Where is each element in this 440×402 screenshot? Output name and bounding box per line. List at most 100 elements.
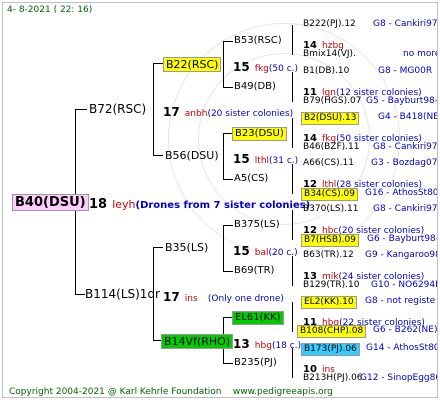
g4-queen[interactable]: B79(HGS).07 <box>303 97 361 106</box>
g2-b-note: (31 c.) <box>269 156 299 166</box>
g4-code: G8 - Cankiri97Q <box>373 142 438 152</box>
g1-top-num: 17 <box>163 105 180 119</box>
g4-queen[interactable]: A66(CS).11 <box>303 159 354 168</box>
g2-d-num: 13 <box>233 337 250 351</box>
connector-line <box>223 133 224 179</box>
connector-line <box>223 225 233 226</box>
connector-line <box>292 25 293 55</box>
g2-a-mid: fkg <box>254 64 269 74</box>
g4-queen[interactable]: B2(DSU).13 <box>301 112 360 125</box>
connector-line <box>75 294 85 295</box>
g2-c-note: (20 c.) <box>268 248 298 258</box>
g3-c2-queen[interactable]: B69(TR) <box>234 266 274 276</box>
root-num: 18 <box>89 197 108 212</box>
connector-line <box>223 87 233 88</box>
g4-code: G9 - Kangaroo98R <box>365 250 437 260</box>
g2-c-mid: bal <box>254 248 269 258</box>
g3-a2-queen[interactable]: B49(DB) <box>234 82 276 92</box>
g4-queen[interactable]: B173(PJ).06 <box>301 343 360 356</box>
pedigree-chart: 4- 8-2021 ( 22: 16) Copyright 2004-2021 … <box>2 2 438 398</box>
connector-line <box>223 41 224 87</box>
g4-code: G6 - B262(NE) <box>373 325 438 335</box>
g1-top-queen[interactable]: B72(RSC) <box>89 103 146 115</box>
root-note: (Drones from 7 sister colonies) <box>135 200 311 211</box>
g4-queen[interactable]: B7(HSB).09 <box>301 234 359 247</box>
g4-code: G8 - not registe <box>365 296 436 306</box>
connector-line <box>75 109 87 110</box>
g2-b-mid: lthl <box>254 156 270 166</box>
g4-queen[interactable]: B63(TR).12 <box>303 251 354 260</box>
g4-queen[interactable]: B108(CHP).08 <box>297 325 367 338</box>
connector-line <box>153 63 154 155</box>
g4-code: G6 - Bayburt98-3 <box>367 234 438 244</box>
g1-bottom-mid: ins <box>184 294 198 304</box>
g4-code: G5 - Bayburt98-3 <box>366 96 438 106</box>
g4-queen[interactable]: B213H(PJ).06 <box>303 374 363 383</box>
site-link[interactable]: www.pedigreeapis.org <box>233 387 333 397</box>
g1-bottom-drone-info: 17 ins (Only one drone) <box>163 288 284 304</box>
date-label: 4- 8-2021 ( 22: 16) <box>7 5 93 15</box>
connector-line <box>153 340 161 341</box>
connector-line <box>292 256 293 286</box>
g3-b1-queen[interactable]: B23(DSU) <box>232 127 287 141</box>
g4-queen[interactable]: B222(PJ).12 <box>303 20 356 29</box>
g4-queen[interactable]: EL2(KK).10 <box>301 296 357 309</box>
g2-d-mid: hbg <box>254 341 272 351</box>
g3-a1-queen[interactable]: B53(RSC) <box>234 36 282 46</box>
g4-queen[interactable]: B129(TR).10 <box>303 281 359 290</box>
g1-top-note: (20 sister colonies) <box>207 109 294 119</box>
g4-code: G12 - SinopEgg86R <box>360 373 437 383</box>
g2-a-drone-info: 15 fkg(50 c.) <box>233 58 298 74</box>
g2-c-queen[interactable]: B35(LS) <box>165 242 208 253</box>
g4-code: G10 - NO6294R <box>371 280 438 290</box>
g4-queen[interactable]: B46(BZF).11 <box>303 143 359 152</box>
g2-a-num: 15 <box>233 60 250 74</box>
connector-line <box>292 72 293 102</box>
connector-line <box>223 41 233 42</box>
g4-queen[interactable]: B1(DB).10 <box>303 67 349 76</box>
g4-code: G3 - Bozdag07R <box>371 158 438 168</box>
root-mid: leyh <box>112 198 136 211</box>
copyright-text: Copyright 2004-2021 @ Karl Kehrle Founda… <box>9 387 222 397</box>
connector-line <box>223 179 233 180</box>
g4-code: G16 - AthosSt80R <box>365 188 438 198</box>
g2-b-num: 15 <box>233 152 250 166</box>
connector-line <box>153 247 163 248</box>
g4-code: G14 - AthosSt80R <box>366 343 438 353</box>
root-drone-info: 18 leyh(Drones from 7 sister colonies) <box>89 195 310 211</box>
connector-line <box>292 302 293 332</box>
g3-b2-queen[interactable]: A5(CS) <box>234 174 268 184</box>
connector-line <box>292 118 293 148</box>
g4-code: no more <box>403 49 438 59</box>
g2-d-note: (18 c.) <box>271 341 302 351</box>
g4-queen[interactable]: B34(CS).09 <box>301 188 358 201</box>
connector-line <box>292 164 293 194</box>
g4-queen[interactable]: Bmix14(VJ). <box>303 50 356 59</box>
g4-code: G8 - Cankiri97Q <box>373 204 438 214</box>
g2-c-drone-info: 15 bal(20 c.) <box>233 242 298 258</box>
g1-top-drone-info: 17 anbh(20 sister colonies) <box>163 103 293 119</box>
g2-a-note: (50 c.) <box>268 64 299 74</box>
g4-code: G8 - MG00R <box>378 66 433 76</box>
connector-line <box>223 225 224 271</box>
connector-line <box>153 155 163 156</box>
g3-c1-queen[interactable]: B375(LS) <box>234 220 280 230</box>
connector-line <box>223 271 233 272</box>
g4-queen[interactable]: B370(LS).11 <box>303 205 358 214</box>
g2-b-drone-info: 15 lthl(31 c.) <box>233 150 298 166</box>
g2-d-queen[interactable]: B14Vf(RHO) <box>161 334 234 349</box>
g2-a-queen[interactable]: B22(RSC) <box>163 57 222 72</box>
g1-bottom-num: 17 <box>163 290 180 304</box>
g3-d1-queen[interactable]: EL61(KK) <box>232 311 284 325</box>
g4-code: G4 - B418(NE) <box>378 112 438 122</box>
root-queen[interactable]: B40(DSU) <box>12 194 89 211</box>
connector-line <box>153 63 163 64</box>
g1-top-mid: anbh <box>184 109 208 119</box>
g2-b-queen[interactable]: B56(DSU) <box>165 150 219 161</box>
connector-line <box>292 210 293 240</box>
g2-d-drone-info: 13 hbg(18 c.) <box>233 335 301 351</box>
g2-c-num: 15 <box>233 244 250 258</box>
g1-bottom-queen[interactable]: B114(LS)1dr <box>85 288 160 300</box>
g3-d2-queen[interactable]: B235(PJ) <box>234 358 277 368</box>
connector-line <box>292 348 293 378</box>
